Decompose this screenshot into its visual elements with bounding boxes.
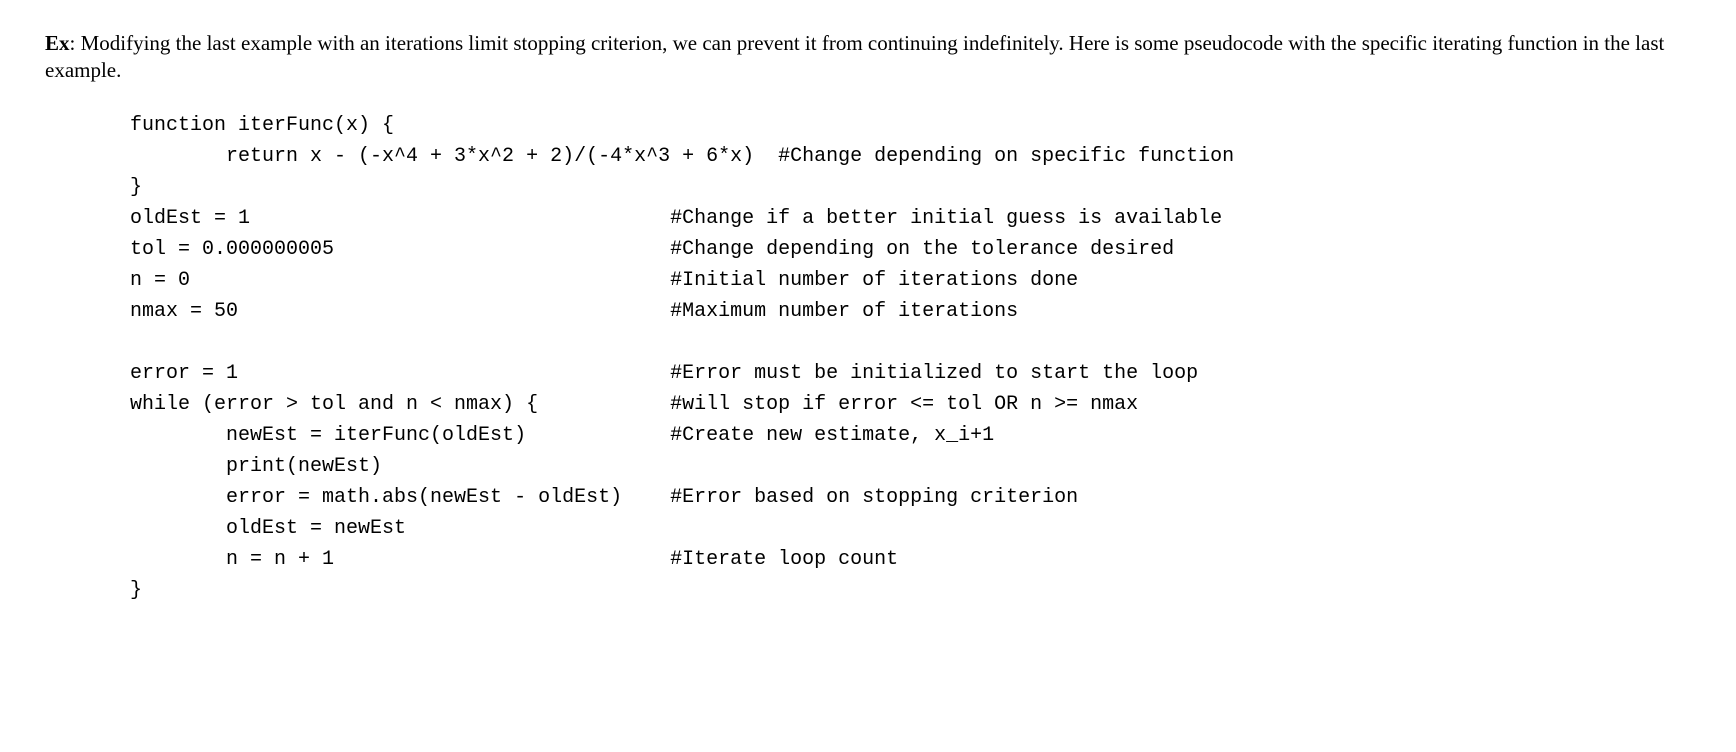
code-line: n = 0 #Initial number of iterations done (130, 269, 1078, 292)
code-line: } (130, 579, 142, 602)
code-line: function iterFunc(x) { (130, 114, 394, 137)
intro-text: : Modifying the last example with an ite… (45, 31, 1664, 82)
code-line: tol = 0.000000005 #Change depending on t… (130, 238, 1174, 261)
code-line: } (130, 176, 142, 199)
code-line: nmax = 50 #Maximum number of iterations (130, 300, 1018, 323)
example-label: Ex (45, 31, 70, 55)
pseudocode-block: function iterFunc(x) { return x - (-x^4 … (130, 110, 1691, 606)
code-line: oldEst = 1 #Change if a better initial g… (130, 207, 1222, 230)
code-line: return x - (-x^4 + 3*x^2 + 2)/(-4*x^3 + … (130, 145, 1234, 168)
code-line: oldEst = newEst (130, 517, 406, 540)
code-line: newEst = iterFunc(oldEst) #Create new es… (130, 424, 994, 447)
code-line: n = n + 1 #Iterate loop count (130, 548, 898, 571)
code-line: while (error > tol and n < nmax) { #will… (130, 393, 1138, 416)
code-line: print(newEst) (130, 455, 382, 478)
code-line: error = math.abs(newEst - oldEst) #Error… (130, 486, 1078, 509)
code-line: error = 1 #Error must be initialized to … (130, 362, 1198, 385)
intro-paragraph: Ex: Modifying the last example with an i… (45, 30, 1691, 85)
